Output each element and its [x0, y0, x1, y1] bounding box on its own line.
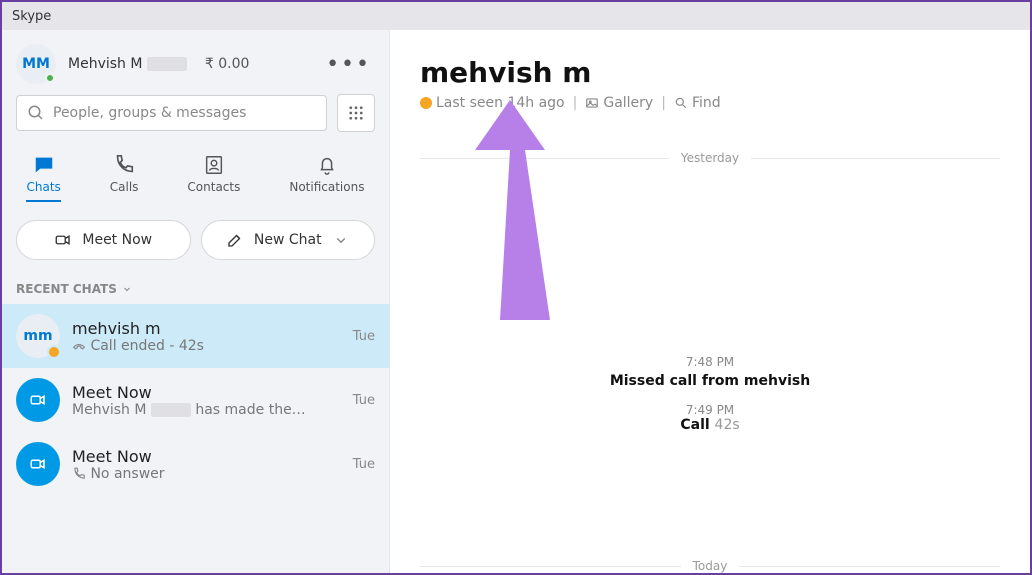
clock-icon [420, 97, 432, 109]
phone-icon [113, 154, 135, 176]
phone-icon [72, 467, 86, 481]
chat-list-item[interactable]: mm mehvish m Call ended - 42s Tue [2, 304, 389, 368]
bell-icon [316, 154, 338, 176]
credit-balance[interactable]: ₹ 0.00 [205, 56, 250, 72]
chevron-down-icon [332, 231, 350, 249]
conversation-title: mehvish m [420, 56, 1000, 89]
last-seen-status: Last seen 14h ago [420, 95, 565, 111]
conversation-pane: mehvish m Last seen 14h ago | Gallery | … [390, 30, 1030, 573]
chat-icon [33, 154, 55, 176]
search-input[interactable]: People, groups & messages [16, 95, 327, 131]
chat-subtitle: Mehvish M has made the… [72, 402, 341, 418]
avatar[interactable]: MM [16, 44, 56, 84]
chat-time: Tue [353, 329, 375, 344]
chat-list-item[interactable]: Meet Now Mehvish M has made the… Tue [2, 368, 389, 432]
recent-chats-header[interactable]: RECENT CHATS [2, 270, 389, 304]
find-link[interactable]: Find [674, 95, 721, 111]
chat-time: Tue [353, 393, 375, 408]
tab-chats[interactable]: Chats [26, 154, 60, 202]
video-icon [54, 231, 72, 249]
day-divider: Today [420, 559, 1000, 573]
chat-subtitle: No answer [72, 466, 341, 482]
video-icon [29, 455, 47, 473]
search-icon [27, 104, 45, 122]
event-time: 7:49 PM [420, 403, 1000, 417]
compose-icon [226, 231, 244, 249]
chat-time: Tue [353, 457, 375, 472]
sidebar: MM Mehvish M ₹ 0.00 ••• People, groups &… [2, 30, 390, 573]
redacted-text [147, 57, 187, 71]
contacts-icon [203, 154, 225, 176]
chevron-down-icon [121, 283, 133, 295]
avatar: mm [16, 314, 60, 358]
avatar-initials: MM [22, 56, 50, 72]
day-divider: Yesterday [420, 151, 1000, 165]
chat-title: Meet Now [72, 383, 341, 402]
video-icon [29, 391, 47, 409]
redacted-text [151, 403, 191, 417]
chat-title: Meet Now [72, 447, 341, 466]
profile-name[interactable]: Mehvish M [68, 56, 187, 72]
more-menu-button[interactable]: ••• [322, 52, 375, 77]
tab-calls[interactable]: Calls [110, 154, 139, 202]
gallery-link[interactable]: Gallery [585, 95, 653, 111]
chat-subtitle: Call ended - 42s [72, 338, 341, 354]
chat-list-item[interactable]: Meet Now No answer Tue [2, 432, 389, 496]
event-time: 7:48 PM [420, 355, 1000, 369]
call-event: 7:48 PM Missed call from mehvish [420, 355, 1000, 389]
dialpad-button[interactable] [337, 94, 375, 132]
avatar [16, 378, 60, 422]
search-placeholder: People, groups & messages [53, 105, 246, 121]
away-status-icon [47, 345, 61, 359]
title-bar: Skype [2, 2, 1030, 30]
chat-title: mehvish m [72, 319, 341, 338]
event-text: Call 42s [420, 417, 1000, 433]
tab-notifications[interactable]: Notifications [289, 154, 364, 202]
phone-hangup-icon [72, 339, 86, 353]
avatar [16, 442, 60, 486]
meet-now-button[interactable]: Meet Now [16, 220, 191, 260]
event-text: Missed call from mehvish [420, 373, 1000, 389]
presence-online-icon [45, 73, 55, 83]
search-icon [674, 96, 688, 110]
image-icon [585, 96, 599, 110]
dialpad-icon [347, 104, 365, 122]
call-event: 7:49 PM Call 42s [420, 403, 1000, 433]
new-chat-button[interactable]: New Chat [201, 220, 376, 260]
tab-contacts[interactable]: Contacts [187, 154, 240, 202]
